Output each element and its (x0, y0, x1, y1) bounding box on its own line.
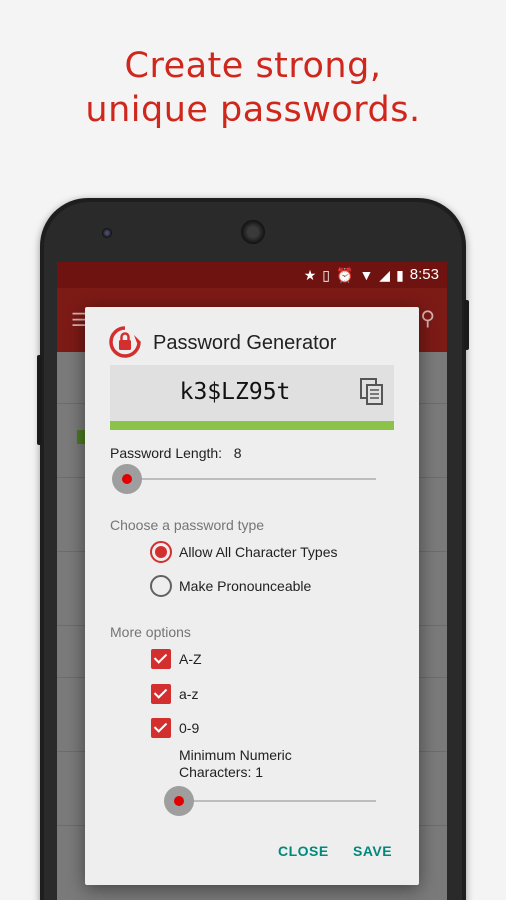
checkbox-uppercase[interactable]: A-Z (151, 649, 202, 669)
radio-all-types-label: Allow All Character Types (179, 544, 338, 560)
save-button[interactable]: SAVE (353, 843, 392, 859)
front-camera (102, 228, 112, 238)
headline-line-2: unique passwords. (85, 90, 421, 130)
checkbox-checked[interactable] (151, 649, 171, 669)
more-options-heading: More options (110, 624, 191, 640)
radio-button-selected[interactable] (150, 541, 172, 563)
status-time: 8:53 (409, 266, 439, 283)
min-numeric-label: Minimum Numeric Characters: 1 (179, 747, 292, 781)
alarm-icon: ⏰ (336, 267, 354, 283)
min-numeric-slider-track[interactable] (179, 800, 376, 802)
length-value: 8 (233, 445, 242, 461)
min-numeric-line-2: Characters: 1 (179, 764, 264, 780)
copy-icon[interactable] (360, 378, 384, 406)
checkbox-lowercase-label: a-z (179, 686, 199, 702)
close-button[interactable]: CLOSE (278, 843, 329, 859)
password-generator-dialog: Password Generator k3$LZ95t Password Len… (85, 307, 419, 885)
checkbox-lowercase[interactable]: a-z (151, 684, 198, 704)
password-text: k3$LZ95t (179, 379, 291, 405)
star-icon: ★ (303, 267, 317, 283)
radio-pronounceable[interactable]: Make Pronounceable (150, 575, 311, 597)
headline: Create strong, unique passwords. (0, 44, 506, 132)
min-numeric-line-1: Minimum Numeric (179, 747, 292, 763)
length-slider-thumb[interactable] (112, 464, 142, 494)
headline-line-1: Create strong, (124, 46, 382, 86)
power-button (464, 300, 469, 350)
battery-icon: ▮ (396, 267, 404, 283)
search-icon[interactable]: ⚲ (420, 306, 435, 331)
vibrate-icon: ▯ (322, 267, 330, 283)
wifi-icon: ▼ (359, 267, 374, 283)
strength-bar (110, 421, 394, 430)
password-display[interactable]: k3$LZ95t (110, 365, 394, 421)
length-label-text: Password Length: (110, 445, 223, 461)
min-numeric-slider-thumb[interactable] (164, 786, 194, 816)
checkbox-checked[interactable] (151, 684, 171, 704)
radio-button[interactable] (150, 575, 172, 597)
password-type-heading: Choose a password type (110, 517, 265, 533)
dialog-title: Password Generator (153, 332, 337, 354)
checkbox-digits[interactable]: 0-9 (151, 718, 199, 738)
status-bar: ★ ▯ ⏰ ▼ ◢ ▮ 8:53 (57, 262, 447, 288)
checkbox-digits-label: 0-9 (179, 720, 200, 736)
speaker-grille (241, 220, 265, 244)
checkbox-uppercase-label: A-Z (179, 651, 202, 667)
volume-button (37, 355, 42, 445)
password-length-label: Password Length: 8 (110, 445, 242, 461)
signal-icon: ◢ (379, 267, 391, 283)
length-slider-track[interactable] (125, 478, 376, 480)
checkbox-checked[interactable] (151, 718, 171, 738)
refresh-lock-icon (109, 326, 141, 358)
radio-all-types[interactable]: Allow All Character Types (150, 541, 337, 563)
radio-pronounceable-label: Make Pronounceable (179, 578, 312, 594)
